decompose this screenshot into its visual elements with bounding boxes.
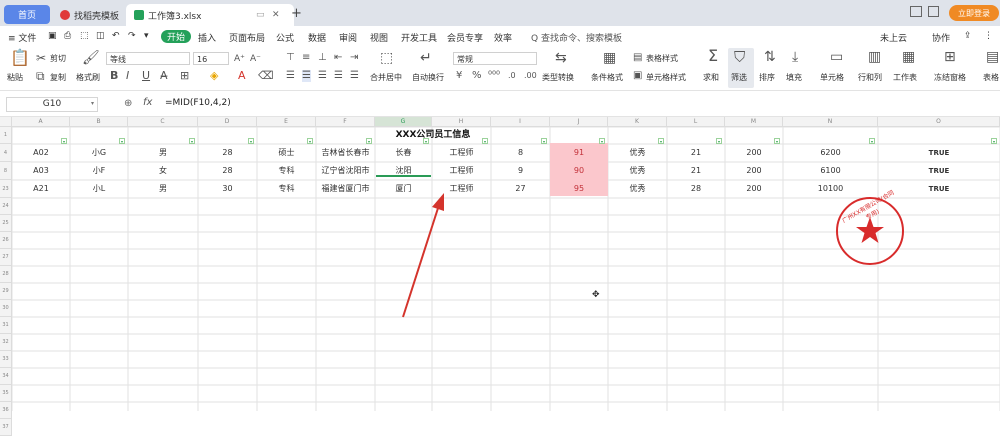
company-stamp: 广州XX有限公司(合同专用) [834, 189, 906, 267]
row-header[interactable]: 37 [0, 419, 12, 436]
red-arrow-head [432, 193, 444, 211]
red-arrow [402, 204, 440, 318]
cursor-crosshair-icon: ✥ [592, 290, 600, 300]
